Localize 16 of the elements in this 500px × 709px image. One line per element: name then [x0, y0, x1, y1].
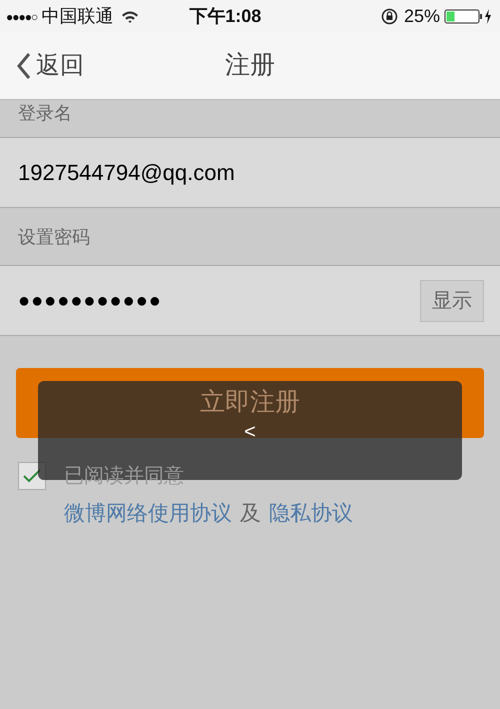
- password-field[interactable]: ●●●●●●●●●●●: [18, 286, 420, 316]
- field-label: 登录名: [18, 102, 72, 125]
- rotation-lock-icon: [380, 8, 398, 25]
- signal-strength: ●●●●○: [6, 8, 38, 26]
- clock-time: 下午1:08: [189, 5, 262, 28]
- battery-icon: [444, 8, 494, 25]
- chevron-left-icon: [16, 52, 32, 80]
- show-password-button[interactable]: 显示: [420, 280, 484, 322]
- back-button[interactable]: 返回: [16, 48, 84, 84]
- page-title: 注册: [224, 50, 276, 82]
- battery-percent: 25%: [404, 5, 440, 28]
- wifi-icon: [121, 10, 140, 23]
- toast-text: <: [244, 420, 256, 443]
- carrier-name: 中国联通: [41, 5, 114, 28]
- conjunction-text: 及: [240, 501, 261, 527]
- field-label: 设置密码: [18, 226, 90, 249]
